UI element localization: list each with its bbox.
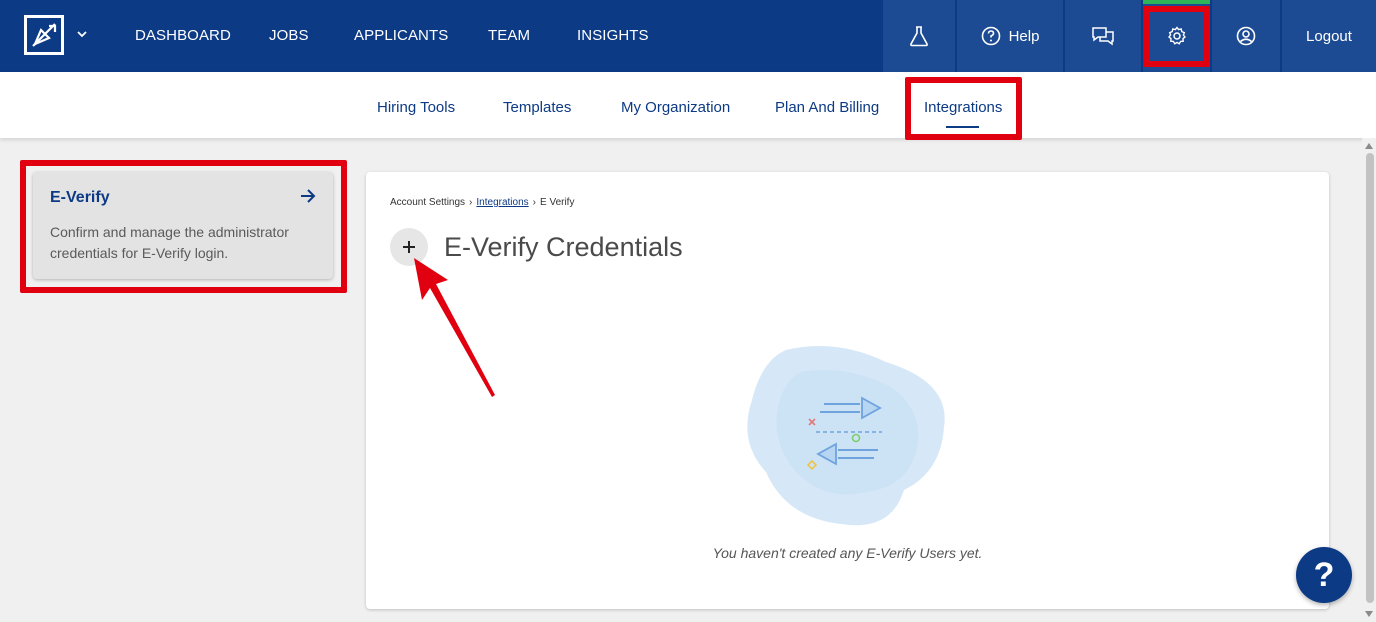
breadcrumb-integrations[interactable]: Integrations: [476, 197, 528, 208]
labs-button[interactable]: [883, 0, 955, 72]
help-label: Help: [1008, 27, 1040, 45]
logo-icon[interactable]: [24, 15, 64, 55]
scroll-down-icon[interactable]: [1365, 610, 1373, 618]
tab-hiring-tools[interactable]: Hiring Tools: [377, 99, 455, 116]
nav-applicants[interactable]: APPLICANTS: [354, 27, 448, 44]
settings-subnav: Hiring Tools Templates My Organization P…: [0, 72, 1376, 138]
breadcrumb-separator: ›: [532, 197, 536, 208]
flask-icon: [909, 25, 929, 47]
help-chat-button[interactable]: ?: [1296, 547, 1352, 603]
empty-state-message: You haven't created any E-Verify Users y…: [712, 545, 983, 561]
nav-jobs[interactable]: JOBS: [269, 27, 309, 44]
breadcrumb-account-settings[interactable]: Account Settings: [390, 197, 465, 208]
nav-team[interactable]: TEAM: [488, 27, 530, 44]
help-circle-icon: [981, 26, 1001, 46]
breadcrumb-separator: ›: [469, 197, 473, 208]
logout-label: Logout: [1306, 27, 1352, 45]
settings-highlight: [1143, 6, 1210, 67]
breadcrumb: Account Settings › Integrations › E Veri…: [390, 197, 574, 208]
main-panel: Account Settings › Integrations › E Veri…: [366, 172, 1329, 609]
scrollbar-thumb[interactable]: [1366, 153, 1374, 603]
tab-templates[interactable]: Templates: [503, 99, 571, 116]
nav-dashboard[interactable]: DASHBOARD: [135, 27, 231, 44]
tab-my-organization[interactable]: My Organization: [621, 99, 730, 116]
help-button[interactable]: Help: [957, 0, 1063, 72]
annotation-arrow: [414, 258, 495, 397]
chevron-down-icon[interactable]: [76, 28, 88, 40]
card-highlight: [20, 160, 347, 293]
empty-state-illustration: [747, 346, 945, 526]
active-indicator: [1143, 0, 1210, 4]
logout-button[interactable]: Logout: [1282, 0, 1376, 72]
breadcrumb-e-verify: E Verify: [540, 197, 575, 208]
tab-plan-and-billing[interactable]: Plan And Billing: [775, 99, 879, 116]
scroll-up-icon[interactable]: [1365, 142, 1373, 150]
chat-icon: [1091, 26, 1115, 46]
question-mark-icon: ?: [1313, 555, 1335, 594]
nav-insights[interactable]: INSIGHTS: [577, 27, 649, 44]
user-circle-icon: [1236, 26, 1256, 46]
chat-button[interactable]: [1065, 0, 1141, 72]
profile-button[interactable]: [1212, 0, 1280, 72]
integrations-highlight: [905, 77, 1022, 140]
